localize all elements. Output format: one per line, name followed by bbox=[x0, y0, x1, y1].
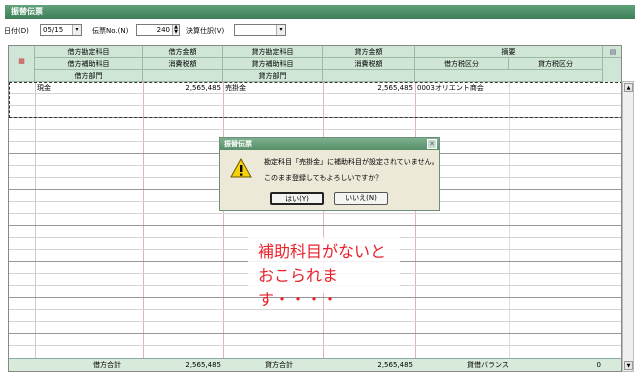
warning-icon bbox=[230, 158, 252, 178]
grid-line bbox=[323, 82, 324, 360]
date-dropdown-icon[interactable]: ▾ bbox=[72, 25, 81, 35]
scroll-down-icon[interactable]: ▼ bbox=[624, 361, 633, 370]
window-title: 振替伝票 bbox=[5, 5, 635, 19]
grid-line bbox=[9, 225, 621, 226]
grid-line bbox=[35, 82, 36, 360]
grid-line bbox=[9, 333, 621, 334]
col-tax: 消費税額 bbox=[143, 58, 223, 70]
dialog-message-1: 勘定科目「売掛金」に補助科目が設定されていません。 bbox=[264, 158, 439, 166]
row1-credit-account[interactable]: 売掛金 bbox=[225, 83, 246, 93]
callout-line-2: おこられます・・・・ bbox=[258, 266, 339, 309]
grid-header: ▦ 借方勘定科目 借方金額 貸方勘定科目 貸方金額 摘要 ▤ 借方補助科目 消費… bbox=[9, 46, 621, 82]
row1-summary[interactable]: 0003オリエント商会 bbox=[417, 83, 484, 93]
grid-footer: 借方合計 2,565,485 貸方合計 2,565,485 貸借バランス 0 bbox=[9, 358, 621, 371]
grid-line bbox=[9, 321, 621, 322]
col-debit-amount: 借方金額 bbox=[143, 46, 223, 58]
slip-no-value: 240 bbox=[156, 26, 170, 34]
balance-value: 0 bbox=[596, 361, 601, 369]
date-label: 日付(D) bbox=[4, 27, 29, 35]
vertical-scrollbar[interactable]: ▲ ▼ bbox=[622, 81, 634, 372]
col-credit-tax-class: 貸方税区分 bbox=[509, 58, 603, 70]
debit-total: 2,565,485 bbox=[185, 361, 221, 369]
debit-total-label: 借方合計 bbox=[93, 361, 121, 369]
grid-line bbox=[9, 213, 621, 214]
col-blank-3 bbox=[415, 70, 603, 82]
memo-icon[interactable]: ▤ bbox=[603, 46, 621, 58]
grid-line bbox=[9, 345, 621, 346]
grid-line bbox=[415, 82, 416, 360]
grid-line bbox=[143, 82, 144, 360]
grid-line bbox=[223, 82, 224, 360]
yes-button[interactable]: はい(Y) bbox=[270, 192, 324, 205]
col-tax2: 消費税額 bbox=[323, 58, 415, 70]
col-credit-account: 貸方勘定科目 bbox=[223, 46, 323, 58]
selected-row-outline bbox=[9, 82, 621, 118]
confirm-dialog: 振替伝票 ✕ 勘定科目「売掛金」に補助科目が設定されていません。 このまま登録し… bbox=[219, 137, 440, 211]
settlement-label: 決算仕訳(V) bbox=[186, 27, 225, 35]
col-credit-sub: 貸方補助科目 bbox=[223, 58, 323, 70]
grid-line bbox=[509, 82, 510, 360]
credit-total-label: 貸方合計 bbox=[265, 361, 293, 369]
delete-row-icon[interactable]: ▦ bbox=[9, 46, 35, 82]
col-credit-amount: 貸方金額 bbox=[323, 46, 415, 58]
callout-line-1: 補助科目がないと bbox=[258, 242, 387, 261]
dialog-message-2: このまま登録してもよろしいですか？ bbox=[264, 174, 383, 182]
col-debit-sub: 借方補助科目 bbox=[35, 58, 143, 70]
col-credit-dept: 貸方部門 bbox=[223, 70, 323, 82]
slip-no-field[interactable]: 240 ▲ ▼ bbox=[136, 24, 180, 36]
slip-spinner-icon[interactable]: ▲ ▼ bbox=[172, 25, 179, 35]
settlement-select[interactable]: ▾ bbox=[234, 24, 286, 36]
annotation-callout: 補助科目がないと おこられます・・・・ bbox=[248, 237, 400, 309]
col-debit-dept: 借方部門 bbox=[35, 70, 143, 82]
dialog-title: 振替伝票 bbox=[220, 138, 439, 150]
row1-debit-amount[interactable]: 2,565,485 bbox=[145, 83, 221, 93]
grid-line bbox=[9, 129, 621, 130]
row1-debit-account[interactable]: 現金 bbox=[37, 83, 51, 93]
close-icon[interactable]: ✕ bbox=[427, 139, 437, 149]
settlement-dropdown-icon[interactable]: ▾ bbox=[276, 25, 285, 35]
row1-credit-amount[interactable]: 2,565,485 bbox=[325, 83, 413, 93]
toolbar: 日付(D) 05/15 ▾ 伝票No.(N) 240 ▲ ▼ 決算仕訳(V) ▾ bbox=[4, 24, 634, 38]
col-blank-2 bbox=[323, 70, 415, 82]
scroll-up-icon[interactable]: ▲ bbox=[624, 83, 633, 92]
credit-total: 2,565,485 bbox=[377, 361, 413, 369]
no-button[interactable]: いいえ(N) bbox=[334, 192, 388, 205]
date-value: 05/15 bbox=[43, 26, 64, 34]
balance-label: 貸借バランス bbox=[467, 361, 509, 369]
col-debit-account: 借方勘定科目 bbox=[35, 46, 143, 58]
col-blank-1 bbox=[143, 70, 223, 82]
col-debit-tax-class: 借方税区分 bbox=[415, 58, 509, 70]
date-field[interactable]: 05/15 ▾ bbox=[40, 24, 82, 36]
slip-no-label: 伝票No.(N) bbox=[92, 27, 129, 35]
col-summary: 摘要 bbox=[415, 46, 603, 58]
